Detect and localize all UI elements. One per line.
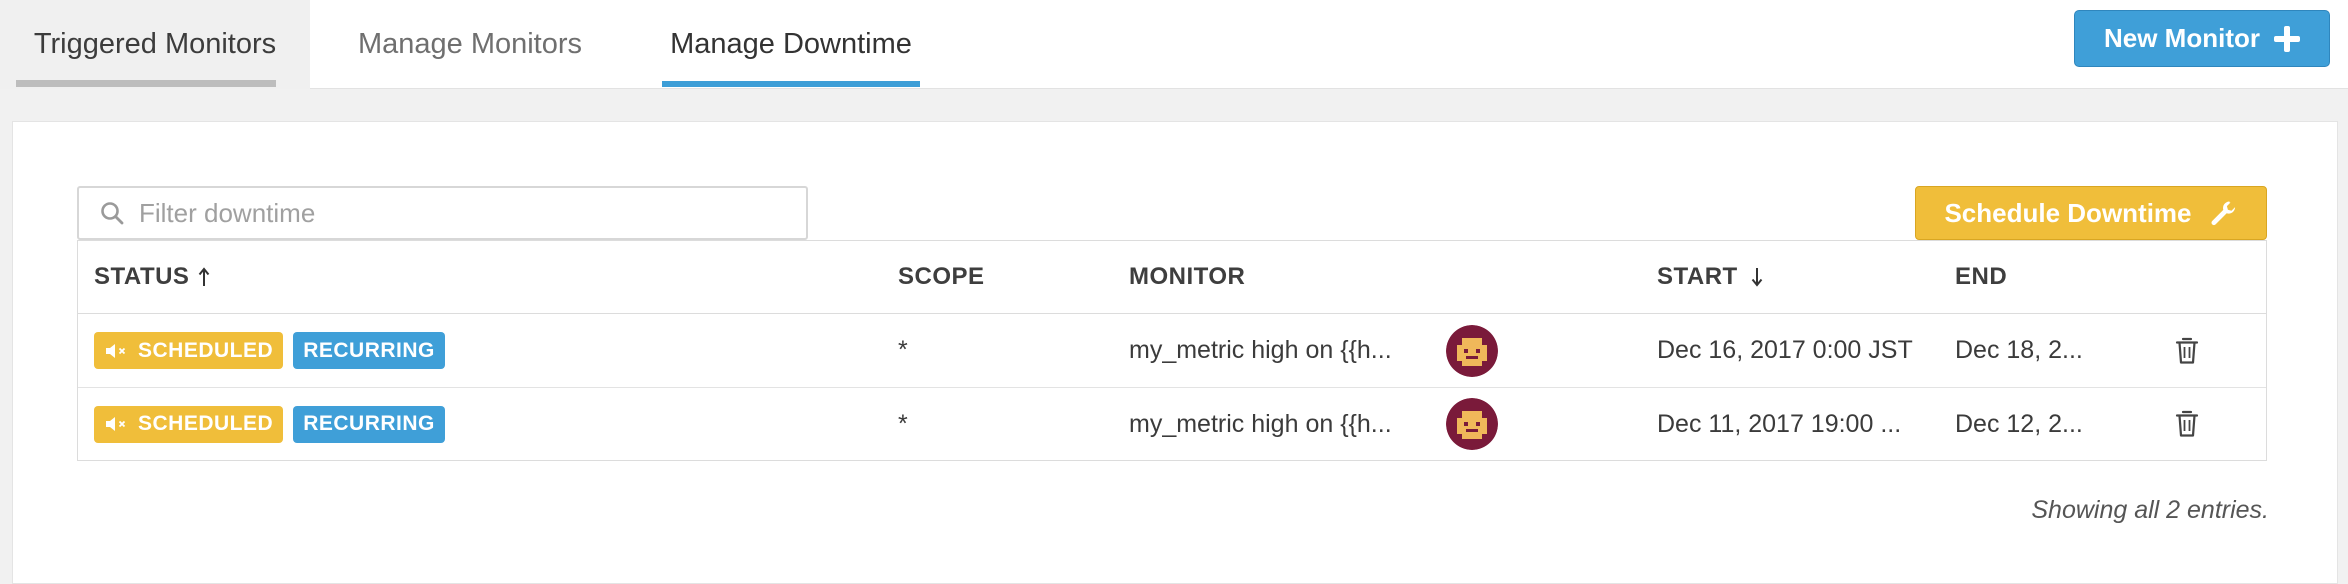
scope-cell: * [898, 336, 908, 364]
table-row[interactable]: SCHEDULED RECURRING * my_metric high on … [78, 314, 2266, 387]
creator-avatar-cell [1446, 314, 1498, 387]
trash-icon[interactable] [2174, 409, 2200, 439]
status-label: SCHEDULED [138, 412, 274, 435]
new-monitor-label: New Monitor [2104, 23, 2260, 53]
tab-triggered-monitors[interactable]: Triggered Monitors [0, 0, 310, 89]
tab-label: Triggered Monitors [33, 28, 277, 60]
delete-cell [2174, 314, 2200, 387]
monitor-link[interactable]: my_metric high on {{h... [1129, 314, 1392, 387]
recurrence-label: RECURRING [303, 412, 435, 435]
start-cell: Dec 16, 2017 0:00 JST [1657, 336, 1913, 364]
top-nav: Triggered Monitors Manage Monitors Manag… [0, 0, 2348, 89]
start-cell: Dec 11, 2017 19:00 ... [1657, 409, 1902, 438]
wrench-icon [2211, 201, 2235, 226]
tab-manage-downtime[interactable]: Manage Downtime [662, 0, 920, 89]
header-label: END [1955, 263, 2008, 290]
entries-count: Showing all 2 entries. [2031, 496, 2269, 524]
scheduled-badge: SCHEDULED [94, 332, 284, 369]
downtime-table: STATUS SCOPE MONITOR START END SCHEDULED… [77, 240, 2267, 461]
avatar [1446, 324, 1498, 377]
schedule-downtime-label: Schedule Downtime [1944, 197, 2192, 228]
downtime-panel: Schedule Downtime STATUS SCOPE MONITOR S… [12, 121, 2338, 584]
status-cell: SCHEDULED RECURRING [94, 314, 445, 387]
mute-icon [106, 417, 126, 431]
mute-icon [106, 343, 126, 358]
filter-downtime-field[interactable] [77, 186, 808, 240]
tab-manage-monitors[interactable]: Manage Monitors [330, 0, 610, 89]
search-icon [101, 202, 124, 225]
scope-cell: * [898, 409, 908, 438]
column-header-scope[interactable]: SCOPE [898, 241, 985, 313]
delete-cell [2174, 388, 2200, 460]
end-cell: Dec 12, 2... [1955, 409, 2083, 438]
scheduled-badge: SCHEDULED [94, 405, 284, 443]
recurrence-label: RECURRING [303, 338, 435, 362]
new-monitor-button[interactable]: New Monitor [2074, 10, 2330, 67]
recurring-badge: RECURRING [293, 332, 445, 369]
sort-ascending-icon [199, 267, 210, 286]
column-header-monitor[interactable]: MONITOR [1129, 241, 1245, 313]
plus-icon [2274, 25, 2300, 52]
status-label: SCHEDULED [138, 338, 274, 362]
tab-label: Manage Downtime [670, 28, 912, 60]
column-header-end[interactable]: END [1955, 241, 2007, 313]
table-header: STATUS SCOPE MONITOR START END [78, 240, 2266, 314]
status-cell: SCHEDULED RECURRING [94, 388, 445, 460]
recurring-badge: RECURRING [293, 405, 445, 443]
table-row[interactable]: SCHEDULED RECURRING * my_metric high on … [78, 387, 2266, 460]
trash-icon[interactable] [2174, 336, 2200, 366]
header-label: START [1657, 263, 1738, 290]
creator-avatar-cell [1446, 388, 1498, 460]
header-label: SCOPE [898, 263, 985, 290]
tab-label: Manage Monitors [357, 28, 583, 60]
sort-descending-icon [1751, 268, 1762, 287]
filter-downtime-input[interactable] [139, 197, 779, 229]
end-cell: Dec 18, 2... [1955, 336, 2083, 364]
header-label: MONITOR [1129, 263, 1246, 290]
schedule-downtime-button[interactable]: Schedule Downtime [1915, 186, 2267, 240]
column-header-status[interactable]: STATUS [94, 241, 211, 313]
column-header-start[interactable]: START [1657, 241, 1764, 313]
header-label: STATUS [94, 263, 190, 290]
monitor-link[interactable]: my_metric high on {{h... [1129, 388, 1392, 460]
avatar [1446, 398, 1498, 450]
